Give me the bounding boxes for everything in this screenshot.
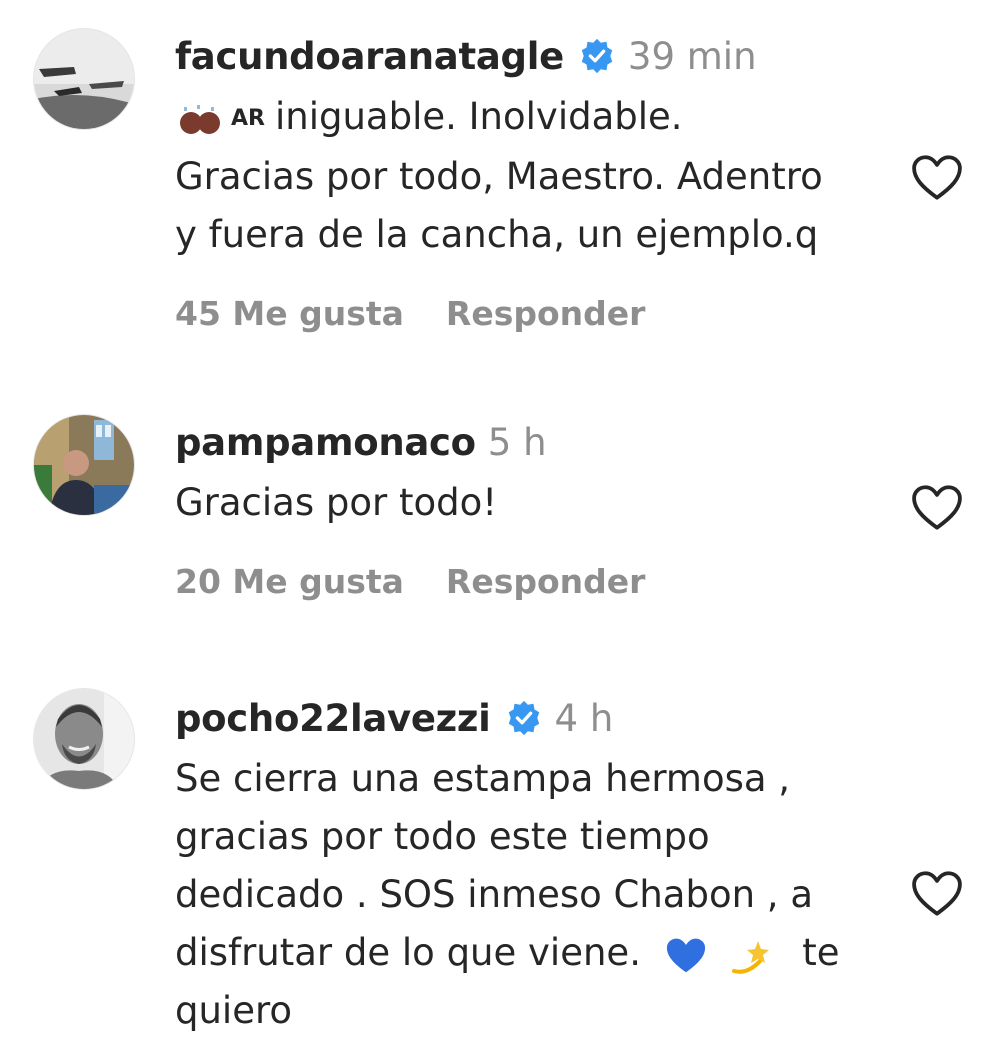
username[interactable]: pocho22lavezzi: [175, 697, 491, 740]
heart-outline-icon: [912, 871, 962, 916]
comment-line: dedicado . SOS inmeso Chabon , a: [175, 873, 813, 916]
heart-outline-icon: [912, 485, 962, 530]
comment-line: Gracias por todo, Maestro. Adentro: [175, 154, 823, 198]
comment-text: AR iniguable. Inolvidable. Gracias por to…: [175, 88, 895, 264]
avatar[interactable]: [33, 414, 135, 516]
likes-count[interactable]: 45 Me gusta: [175, 294, 404, 333]
comment-text: Se cierra una estampa hermosa , gracias …: [175, 750, 895, 1040]
like-button[interactable]: [910, 484, 964, 532]
username[interactable]: facundoaranatagle: [175, 35, 564, 78]
like-button[interactable]: [910, 154, 964, 202]
likes-count[interactable]: 20 Me gusta: [175, 562, 404, 601]
reply-button[interactable]: Responder: [446, 294, 646, 333]
flag-label: AR: [231, 105, 265, 131]
comment-time[interactable]: 39 min: [628, 35, 757, 78]
verified-badge-icon: [581, 38, 613, 74]
avatar[interactable]: [33, 688, 135, 790]
comment-time[interactable]: 5 h: [488, 421, 547, 464]
dizzy-star-emoji: [732, 940, 770, 974]
comment-line: y fuera de la cancha, un ejemplo.q: [175, 212, 819, 256]
username[interactable]: pampamonaco: [175, 421, 476, 464]
comment-line: Gracias por todo!: [175, 481, 498, 524]
raising-hands-emoji: [180, 104, 220, 134]
verified-badge-icon: [508, 700, 539, 736]
comment-line: te: [802, 931, 840, 974]
comment-line: Se cierra una estampa hermosa ,: [175, 757, 791, 800]
reply-button[interactable]: Responder: [446, 562, 646, 601]
comment-time[interactable]: 4 h: [555, 697, 614, 740]
like-button[interactable]: [910, 870, 964, 918]
comment-line: iniguable. Inolvidable.: [274, 95, 683, 138]
comment-line: gracias por todo este tiempo: [175, 815, 710, 858]
comment-text: Gracias por todo!: [175, 474, 895, 532]
blue-heart-emoji: [666, 938, 705, 972]
heart-outline-icon: [912, 155, 962, 200]
comment-line: disfrutar de lo que viene.: [175, 931, 641, 974]
avatar[interactable]: [33, 28, 135, 130]
comment-line: quiero: [175, 989, 293, 1032]
